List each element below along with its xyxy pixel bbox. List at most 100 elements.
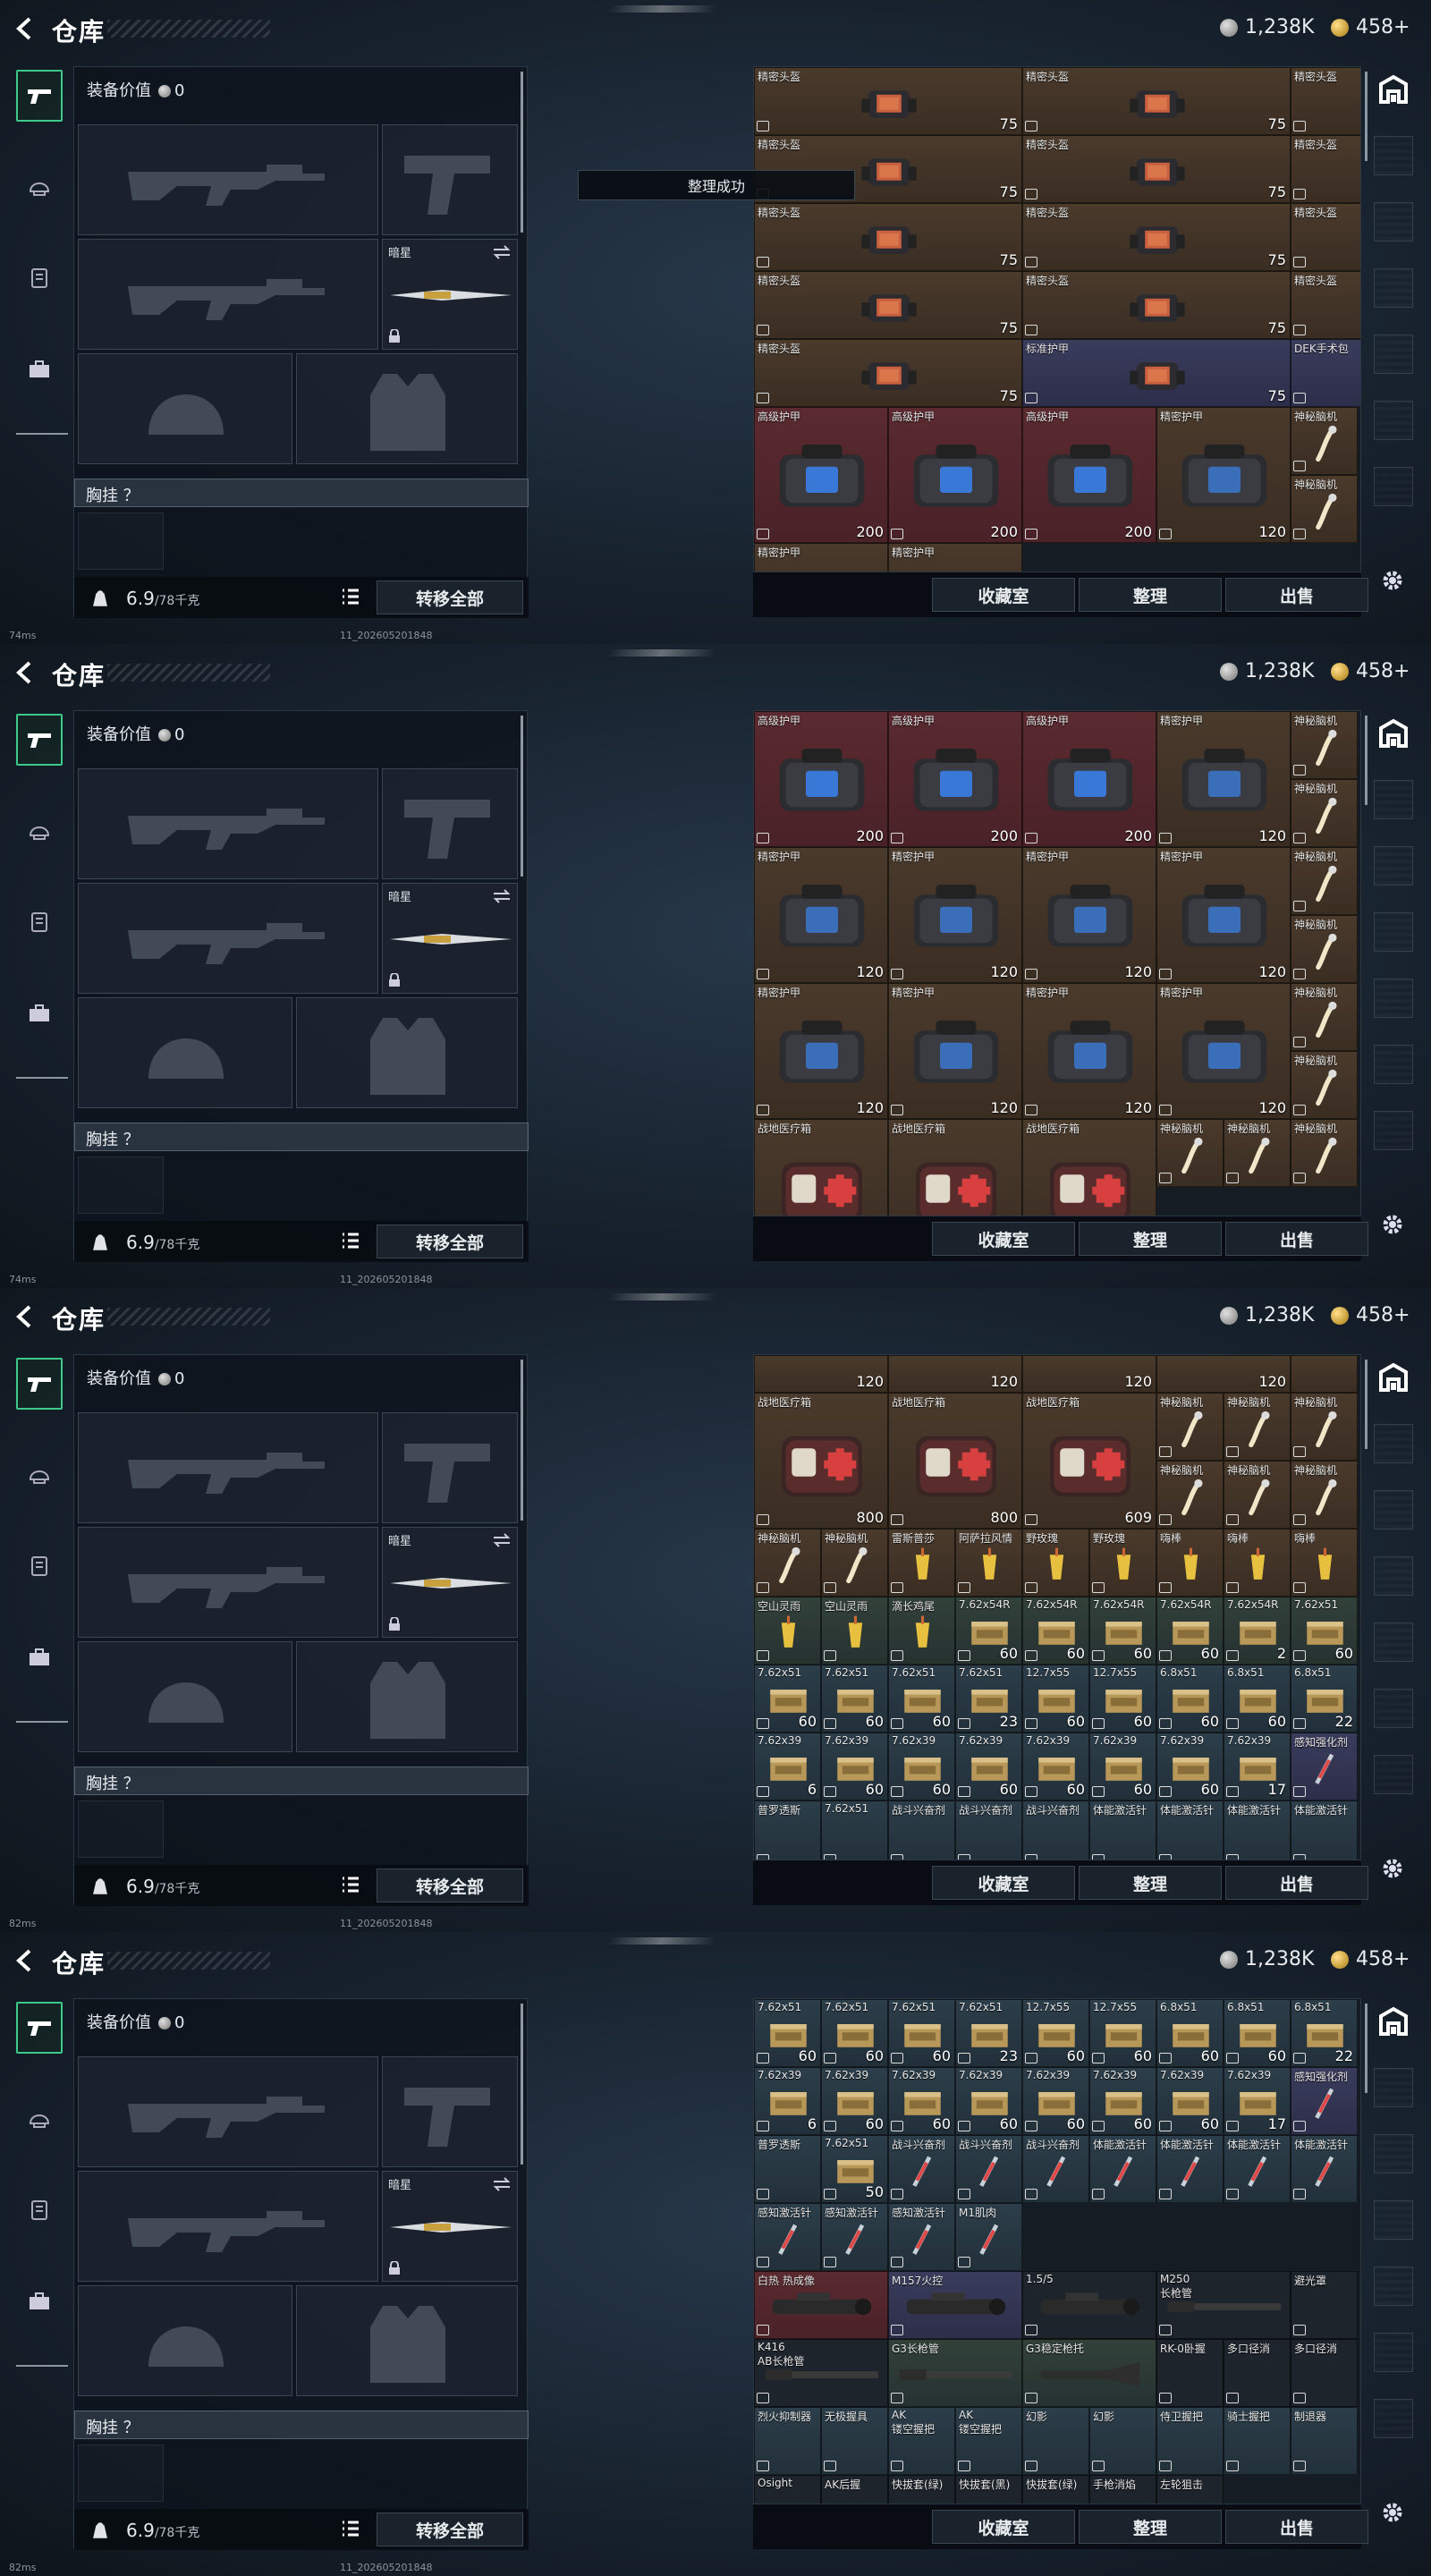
stash-item[interactable]: 6.8x51 60: [1224, 1999, 1291, 2067]
stash-item[interactable]: 精密头盔75: [754, 67, 1022, 135]
stash-item[interactable]: 6.8x51 22: [1291, 1664, 1358, 1733]
storage-nav-2[interactable]: [1374, 2134, 1413, 2174]
list-icon[interactable]: [341, 2520, 360, 2538]
sort-button[interactable]: 整理: [1079, 2510, 1222, 2544]
stash-scrollbar[interactable]: [1365, 1360, 1367, 1449]
storage-nav-6[interactable]: [1374, 1111, 1413, 1150]
knife-slot[interactable]: 暗星: [382, 239, 518, 350]
stash-item[interactable]: 神秘脑机: [821, 1528, 888, 1597]
storage-nav-1[interactable]: [1374, 780, 1413, 819]
pistol-slot[interactable]: [382, 2056, 518, 2167]
stash-item[interactable]: 感知激活针: [821, 2203, 888, 2271]
stash-item[interactable]: 白热 热成像: [754, 2271, 888, 2339]
stash-item[interactable]: 幻影: [1089, 2407, 1156, 2475]
stash-scrollbar[interactable]: [1365, 72, 1367, 161]
stash-item[interactable]: 神秘脑机: [1156, 1460, 1224, 1529]
stash-item[interactable]: 神秘脑机: [1291, 1460, 1358, 1529]
stash-item[interactable]: 7.62x51 60: [888, 1664, 955, 1733]
collection-room-button[interactable]: 收藏室: [932, 578, 1075, 612]
stash-item[interactable]: 1.5/5: [1022, 2271, 1156, 2339]
stash-item[interactable]: 嗨棒: [1291, 1528, 1358, 1597]
stash-item[interactable]: 7.62x39 17: [1224, 2067, 1291, 2135]
storage-nav-4[interactable]: [1374, 1623, 1413, 1662]
stash-item[interactable]: 7.62x39 6: [754, 2067, 821, 2135]
stash-item[interactable]: 神秘脑机: [1291, 711, 1358, 779]
stash-item[interactable]: 制退器: [1291, 2407, 1358, 2475]
armor-slot[interactable]: [296, 1641, 518, 1752]
stash-item[interactable]: 多口径消: [1224, 2339, 1291, 2407]
stash-item[interactable]: 阿萨拉风情: [955, 1528, 1022, 1597]
gear-icon[interactable]: [1379, 1855, 1406, 1882]
storage-nav-6[interactable]: [1374, 2399, 1413, 2438]
storage-nav-2[interactable]: [1374, 1490, 1413, 1530]
stash-item[interactable]: 体能激活针: [1291, 2135, 1358, 2203]
stash-item[interactable]: 6.8x51 22: [1291, 1999, 1358, 2067]
stash-item[interactable]: 神秘脑机: [1224, 1119, 1291, 1187]
gear-icon[interactable]: [1379, 2499, 1406, 2526]
stash-item[interactable]: 6.8x51 60: [1156, 1664, 1224, 1733]
armor-slot[interactable]: [296, 2285, 518, 2396]
tab-backpack[interactable]: [16, 343, 63, 395]
storage-nav-main[interactable]: [1374, 2002, 1413, 2041]
back-arrow-icon[interactable]: [13, 658, 38, 687]
sell-button[interactable]: 出售: [1225, 1222, 1368, 1256]
gold-currency[interactable]: 458+: [1331, 660, 1410, 682]
storage-nav-2[interactable]: [1374, 202, 1413, 242]
stash-item[interactable]: AK后握: [821, 2475, 888, 2504]
pistol-slot[interactable]: [382, 124, 518, 235]
chest-rig-slot[interactable]: [78, 1801, 164, 1858]
stash-item[interactable]: G3长枪管: [888, 2339, 1022, 2407]
storage-nav-1[interactable]: [1374, 136, 1413, 175]
stash-item[interactable]: 体能激活针: [1156, 1800, 1224, 1860]
stash-item[interactable]: 7.62x39 60: [1156, 1732, 1224, 1801]
tab-armor[interactable]: [16, 896, 63, 948]
stash-item[interactable]: 精密护甲 120: [1156, 847, 1291, 983]
equipment-scrollbar[interactable]: [521, 1360, 523, 1521]
primary-weapon-slot[interactable]: [78, 124, 378, 235]
stash-item[interactable]: 战地医疗箱 800: [754, 1392, 888, 1529]
stash-item[interactable]: 12.7x55 60: [1089, 1664, 1156, 1733]
stash-item[interactable]: 感知强化剂: [1291, 1732, 1358, 1801]
stash-item[interactable]: 精密头盔75: [1022, 271, 1291, 339]
stash-item[interactable]: 感知激活针: [754, 2203, 821, 2271]
chest-rig-header[interactable]: 胸挂 ？: [74, 2411, 529, 2439]
gear-icon[interactable]: [1379, 567, 1406, 594]
storage-nav-main[interactable]: [1374, 70, 1413, 109]
stash-item[interactable]: AK 镂空握把: [888, 2407, 955, 2475]
stash-item[interactable]: 战地医疗箱: [1022, 1119, 1156, 1216]
knife-slot[interactable]: 暗星: [382, 2171, 518, 2282]
stash-item[interactable]: 7.62x51 23: [955, 1999, 1022, 2067]
stash-item[interactable]: 精密头盔75: [1291, 135, 1360, 203]
equipment-scrollbar[interactable]: [521, 716, 523, 877]
stash-item[interactable]: 烈火抑制器: [754, 2407, 821, 2475]
stash-item[interactable]: 空山灵雨: [821, 1596, 888, 1665]
stash-item[interactable]: 7.62x39 60: [1156, 2067, 1224, 2135]
stash-item[interactable]: 精密头盔75: [1291, 203, 1360, 271]
stash-item[interactable]: Osight: [754, 2475, 821, 2504]
stash-item[interactable]: 神秘脑机: [1224, 1460, 1291, 1529]
stash-item[interactable]: 战斗兴奋剂: [888, 1800, 955, 1860]
stash-item[interactable]: AK 镂空握把: [955, 2407, 1022, 2475]
list-icon[interactable]: [341, 1876, 360, 1894]
chest-rig-slot[interactable]: [78, 2445, 164, 2502]
stash-item[interactable]: 7.62x51 50: [821, 2135, 888, 2203]
storage-nav-1[interactable]: [1374, 1424, 1413, 1463]
helmet-slot[interactable]: [78, 353, 292, 464]
swap-icon[interactable]: [492, 1533, 512, 1547]
stash-item[interactable]: G3稳定枪托: [1022, 2339, 1156, 2407]
stash-item[interactable]: M1肌肉: [955, 2203, 1022, 2271]
sort-button[interactable]: 整理: [1079, 578, 1222, 612]
stash-item[interactable]: 感知激活针: [888, 2203, 955, 2271]
stash-item[interactable]: 战斗兴奋剂: [955, 2135, 1022, 2203]
helmet-slot[interactable]: [78, 997, 292, 1108]
stash-item[interactable]: 体能激活针: [1089, 2135, 1156, 2203]
stash-item[interactable]: [1291, 1355, 1358, 1393]
stash-item[interactable]: 7.62x39 60: [821, 2067, 888, 2135]
collection-room-button[interactable]: 收藏室: [932, 1222, 1075, 1256]
stash-item[interactable]: 无极握具: [821, 2407, 888, 2475]
stash-item[interactable]: 体能激活针: [1291, 1800, 1358, 1860]
transfer-all-button[interactable]: 转移全部: [377, 1868, 523, 1902]
stash-item[interactable]: 高级护甲 200: [754, 407, 888, 543]
stash-item[interactable]: 神秘脑机: [1156, 1119, 1224, 1187]
sell-button[interactable]: 出售: [1225, 2510, 1368, 2544]
